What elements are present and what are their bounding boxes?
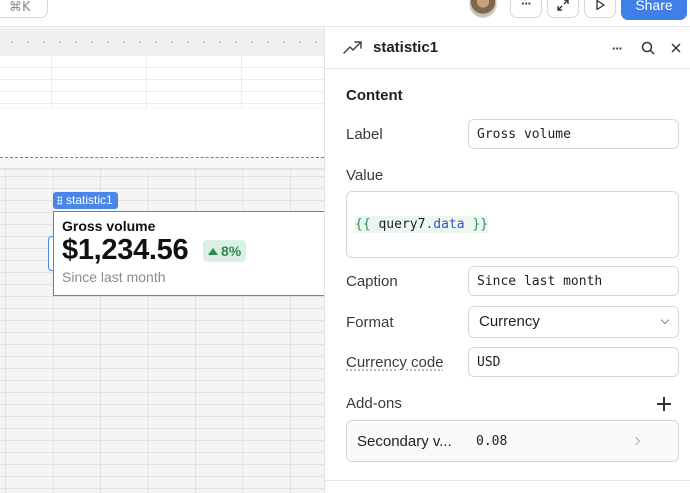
command-palette-shortcut[interactable]: ⌘K [0,0,48,18]
addon-name: Secondary v... [357,433,452,450]
search-icon [641,41,655,55]
panel-divider [325,480,690,481]
caption-input[interactable]: Since last month [468,266,679,296]
currency-code-input[interactable]: USD [468,347,679,377]
canvas-mid-zone [0,109,324,158]
component-name-tag[interactable]: statistic1 [53,192,118,209]
inspector-title[interactable]: statistic1 [373,39,438,56]
more-icon: ··· [612,40,623,56]
currency-code-field-label: Currency code [346,354,444,371]
trend-up-icon [208,247,218,255]
close-icon [671,43,681,53]
format-selected-value: Currency [479,313,540,330]
avatar[interactable] [469,0,497,18]
label-field-label: Label [346,126,383,143]
canvas-dotted-zone [0,28,324,55]
statistic-component[interactable]: Gross volume $1,234.56 8% Since last mon… [53,211,333,296]
inspector-more-button[interactable]: ··· [608,39,626,57]
label-input[interactable]: Gross volume [468,119,679,149]
canvas-header-zone [0,55,324,108]
addon-value: 0.08 [476,434,508,449]
component-name: statistic1 [66,193,113,207]
format-select[interactable]: Currency [468,306,679,338]
addons-section-label: Add-ons [346,395,402,412]
change-value: 8% [221,243,242,259]
inspector-close-button[interactable] [667,39,685,57]
top-toolbar: ⌘K ··· Share [0,0,690,27]
more-menu-button[interactable]: ··· [510,0,542,18]
statistic-caption: Since last month [62,269,166,285]
chevron-right-icon [631,436,641,446]
more-icon: ··· [521,0,532,11]
trending-up-icon [343,41,362,54]
chevron-down-icon [660,315,670,325]
secondary-value-addon[interactable]: Secondary v... 0.08 [346,420,679,462]
inspector-panel: statistic1 ··· Content Label Gross volum… [324,28,690,493]
format-field-label: Format [346,314,394,331]
preview-button[interactable] [584,0,616,18]
drag-handle-icon[interactable] [57,196,62,205]
expand-icon [557,0,569,11]
expand-button[interactable] [547,0,579,18]
value-field-label: Value [346,167,384,184]
play-icon [596,0,605,11]
statistic-label: Gross volume [62,218,156,234]
caption-field-label: Caption [346,273,398,290]
content-section-title[interactable]: Content [346,87,403,104]
frame-dashed-boundary [0,157,324,158]
statistic-value: $1,234.56 [62,234,189,266]
inspector-header: statistic1 ··· [325,28,690,69]
value-expression: {{ query7.data }} [355,216,489,233]
inspector-search-button[interactable] [639,39,657,57]
add-addon-icon[interactable] [657,397,671,411]
change-badge: 8% [203,240,247,262]
share-button[interactable]: Share [621,0,687,20]
value-code-editor[interactable]: {{ query7.data }} [346,191,679,258]
